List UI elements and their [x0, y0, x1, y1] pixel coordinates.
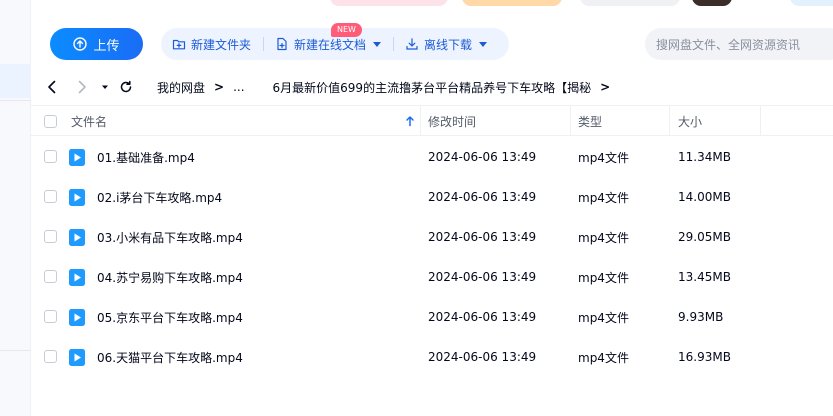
row-checkbox[interactable] — [44, 270, 57, 283]
table-row[interactable]: 01.基础准备.mp4 2024-06-06 13:49 mp4文件 11.34… — [31, 137, 833, 177]
file-name[interactable]: 01.基础准备.mp4 — [97, 137, 195, 177]
file-size: 14.00MB — [678, 190, 731, 204]
upload-icon — [73, 37, 88, 51]
new-folder-button[interactable]: 新建文件夹 — [161, 28, 251, 60]
file-size: 9.93MB — [678, 310, 724, 324]
file-type: mp4文件 — [578, 150, 629, 165]
select-all-checkbox[interactable] — [44, 115, 57, 128]
file-modified: 2024-06-06 13:49 — [428, 230, 537, 244]
file-type: mp4文件 — [578, 190, 629, 205]
avatar[interactable] — [790, 0, 833, 6]
breadcrumb-ellipsis[interactable]: ... — [233, 80, 244, 94]
chevron-down-icon — [479, 41, 488, 47]
file-name[interactable]: 03.小米有品下车攻略.mp4 — [97, 217, 243, 257]
column-header-modified[interactable]: 修改时间 — [428, 106, 476, 136]
file-modified: 2024-06-06 13:49 — [428, 350, 537, 364]
file-size: 13.45MB — [678, 270, 731, 284]
video-file-icon — [69, 309, 85, 326]
sidebar — [0, 0, 31, 416]
row-checkbox[interactable] — [44, 350, 57, 363]
new-online-doc-button[interactable]: 新建在线文档 — [264, 28, 382, 60]
breadcrumb-separator: > — [600, 80, 611, 94]
breadcrumb-root[interactable]: 我的网盘 — [157, 79, 205, 96]
file-name[interactable]: 02.i茅台下车攻略.mp4 — [97, 177, 222, 217]
breadcrumb: 我的网盘 > ... 6月最新价值699的主流撸茅台平台精品养号下车攻略【揭秘 … — [157, 72, 619, 102]
banner-tab[interactable] — [462, 0, 562, 6]
column-divider[interactable] — [570, 106, 571, 136]
file-size: 16.93MB — [678, 350, 731, 364]
add-folder-icon — [172, 39, 186, 50]
table-row[interactable]: 03.小米有品下车攻略.mp4 2024-06-06 13:49 mp4文件 2… — [31, 217, 833, 257]
column-header-type[interactable]: 类型 — [578, 106, 602, 136]
file-modified: 2024-06-06 13:49 — [428, 270, 537, 284]
forward-button[interactable] — [72, 77, 92, 97]
download-icon — [406, 38, 418, 50]
chevron-down-icon — [373, 41, 382, 47]
offline-download-label: 离线下载 — [424, 37, 473, 52]
column-header-size[interactable]: 大小 — [678, 106, 702, 136]
file-type: mp4文件 — [578, 350, 629, 365]
video-file-icon — [69, 269, 85, 286]
file-modified: 2024-06-06 13:49 — [428, 150, 537, 164]
file-name[interactable]: 05.京东平台下车攻略.mp4 — [97, 297, 243, 337]
breadcrumb-separator: > — [214, 80, 225, 94]
upload-button[interactable]: 上传 — [50, 28, 143, 60]
video-file-icon — [69, 229, 85, 246]
file-name[interactable]: 06.天猫平台下车攻略.mp4 — [97, 337, 243, 377]
video-file-icon — [69, 349, 85, 366]
arrow-right-icon — [78, 80, 86, 94]
search-input[interactable]: 搜网盘文件、全网资源资讯 — [645, 28, 833, 60]
history-dropdown[interactable] — [95, 77, 115, 97]
table-row[interactable]: 02.i茅台下车攻略.mp4 2024-06-06 13:49 mp4文件 14… — [31, 177, 833, 217]
column-divider[interactable] — [760, 106, 761, 136]
file-type: mp4文件 — [578, 310, 629, 325]
row-checkbox[interactable] — [44, 190, 57, 203]
offline-download-button[interactable]: 离线下载 — [394, 28, 488, 60]
upload-label: 上传 — [93, 38, 120, 54]
banner-tab[interactable] — [330, 0, 448, 6]
row-checkbox[interactable] — [44, 150, 57, 163]
table-header: 文件名 修改时间 类型 大小 — [31, 105, 833, 136]
row-checkbox[interactable] — [44, 230, 57, 243]
refresh-icon — [120, 80, 132, 93]
arrow-left-icon — [48, 80, 56, 94]
banner-tab[interactable] — [580, 0, 680, 6]
search-placeholder: 搜网盘文件、全网资源资讯 — [656, 37, 801, 52]
video-file-icon — [69, 189, 85, 206]
refresh-button[interactable] — [116, 77, 136, 97]
new-badge: NEW — [331, 23, 362, 37]
column-header-name[interactable]: 文件名 — [71, 106, 107, 136]
sidebar-item[interactable] — [0, 28, 31, 62]
breadcrumb-current[interactable]: 6月最新价值699的主流撸茅台平台精品养号下车攻略【揭秘 — [273, 79, 592, 96]
sidebar-divider — [0, 350, 31, 351]
new-online-doc-label: 新建在线文档 — [294, 37, 367, 52]
table-row[interactable]: 04.苏宁易购下车攻略.mp4 2024-06-06 13:49 mp4文件 1… — [31, 257, 833, 297]
sort-ascending-icon[interactable] — [405, 115, 415, 127]
file-modified: 2024-06-06 13:49 — [428, 310, 537, 324]
table-row[interactable]: 05.京东平台下车攻略.mp4 2024-06-06 13:49 mp4文件 9… — [31, 297, 833, 337]
sidebar-item-active[interactable] — [0, 64, 31, 98]
file-type: mp4文件 — [578, 230, 629, 245]
file-type: mp4文件 — [578, 270, 629, 285]
vip-badge[interactable] — [692, 0, 732, 6]
navigation-bar: 我的网盘 > ... 6月最新价值699的主流撸茅台平台精品养号下车攻略【揭秘 … — [31, 72, 833, 102]
back-button[interactable] — [42, 77, 62, 97]
table-row[interactable]: 06.天猫平台下车攻略.mp4 2024-06-06 13:49 mp4文件 1… — [31, 337, 833, 377]
column-divider[interactable] — [420, 106, 421, 136]
new-doc-icon — [277, 37, 287, 51]
video-file-icon — [69, 149, 85, 166]
caret-down-icon — [102, 85, 108, 89]
file-modified: 2024-06-06 13:49 — [428, 190, 537, 204]
file-size: 11.34MB — [678, 150, 731, 164]
sidebar-divider — [0, 100, 31, 101]
file-name[interactable]: 04.苏宁易购下车攻略.mp4 — [97, 257, 243, 297]
column-divider[interactable] — [669, 106, 670, 136]
file-size: 29.05MB — [678, 230, 731, 244]
new-folder-label: 新建文件夹 — [191, 37, 252, 52]
row-checkbox[interactable] — [44, 310, 57, 323]
